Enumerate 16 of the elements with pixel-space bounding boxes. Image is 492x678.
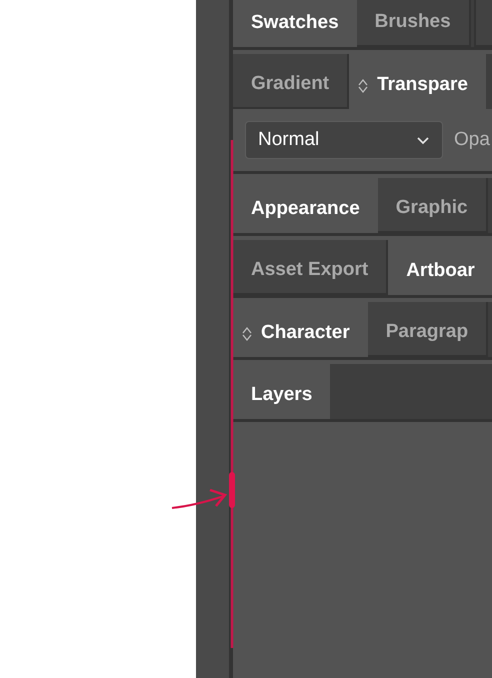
chevron-down-icon <box>416 136 430 144</box>
panel-tab[interactable]: Swatches <box>233 0 357 47</box>
panel-tab[interactable]: Brushes <box>356 0 471 47</box>
panel-tab[interactable]: Character <box>233 302 368 357</box>
collapse-toggle-icon[interactable] <box>241 324 253 342</box>
panel-tab[interactable]: Graphic <box>378 178 488 233</box>
panel-tab[interactable]: Transpare <box>349 54 486 109</box>
collapse-toggle-icon[interactable] <box>357 76 370 94</box>
panel-tab[interactable]: Layers <box>233 364 330 419</box>
panel-tab[interactable]: Artboar <box>388 240 492 295</box>
panel-tab[interactable]: Appearance <box>233 178 378 233</box>
opacity-label: Opa <box>454 128 490 152</box>
panel-tab[interactable]: Paragrap <box>368 302 488 357</box>
panel-tab[interactable]: Asset Export <box>233 240 388 295</box>
blend-mode-dropdown[interactable]: Normal <box>245 121 443 159</box>
panel-tab[interactable]: Gradient <box>233 54 350 109</box>
